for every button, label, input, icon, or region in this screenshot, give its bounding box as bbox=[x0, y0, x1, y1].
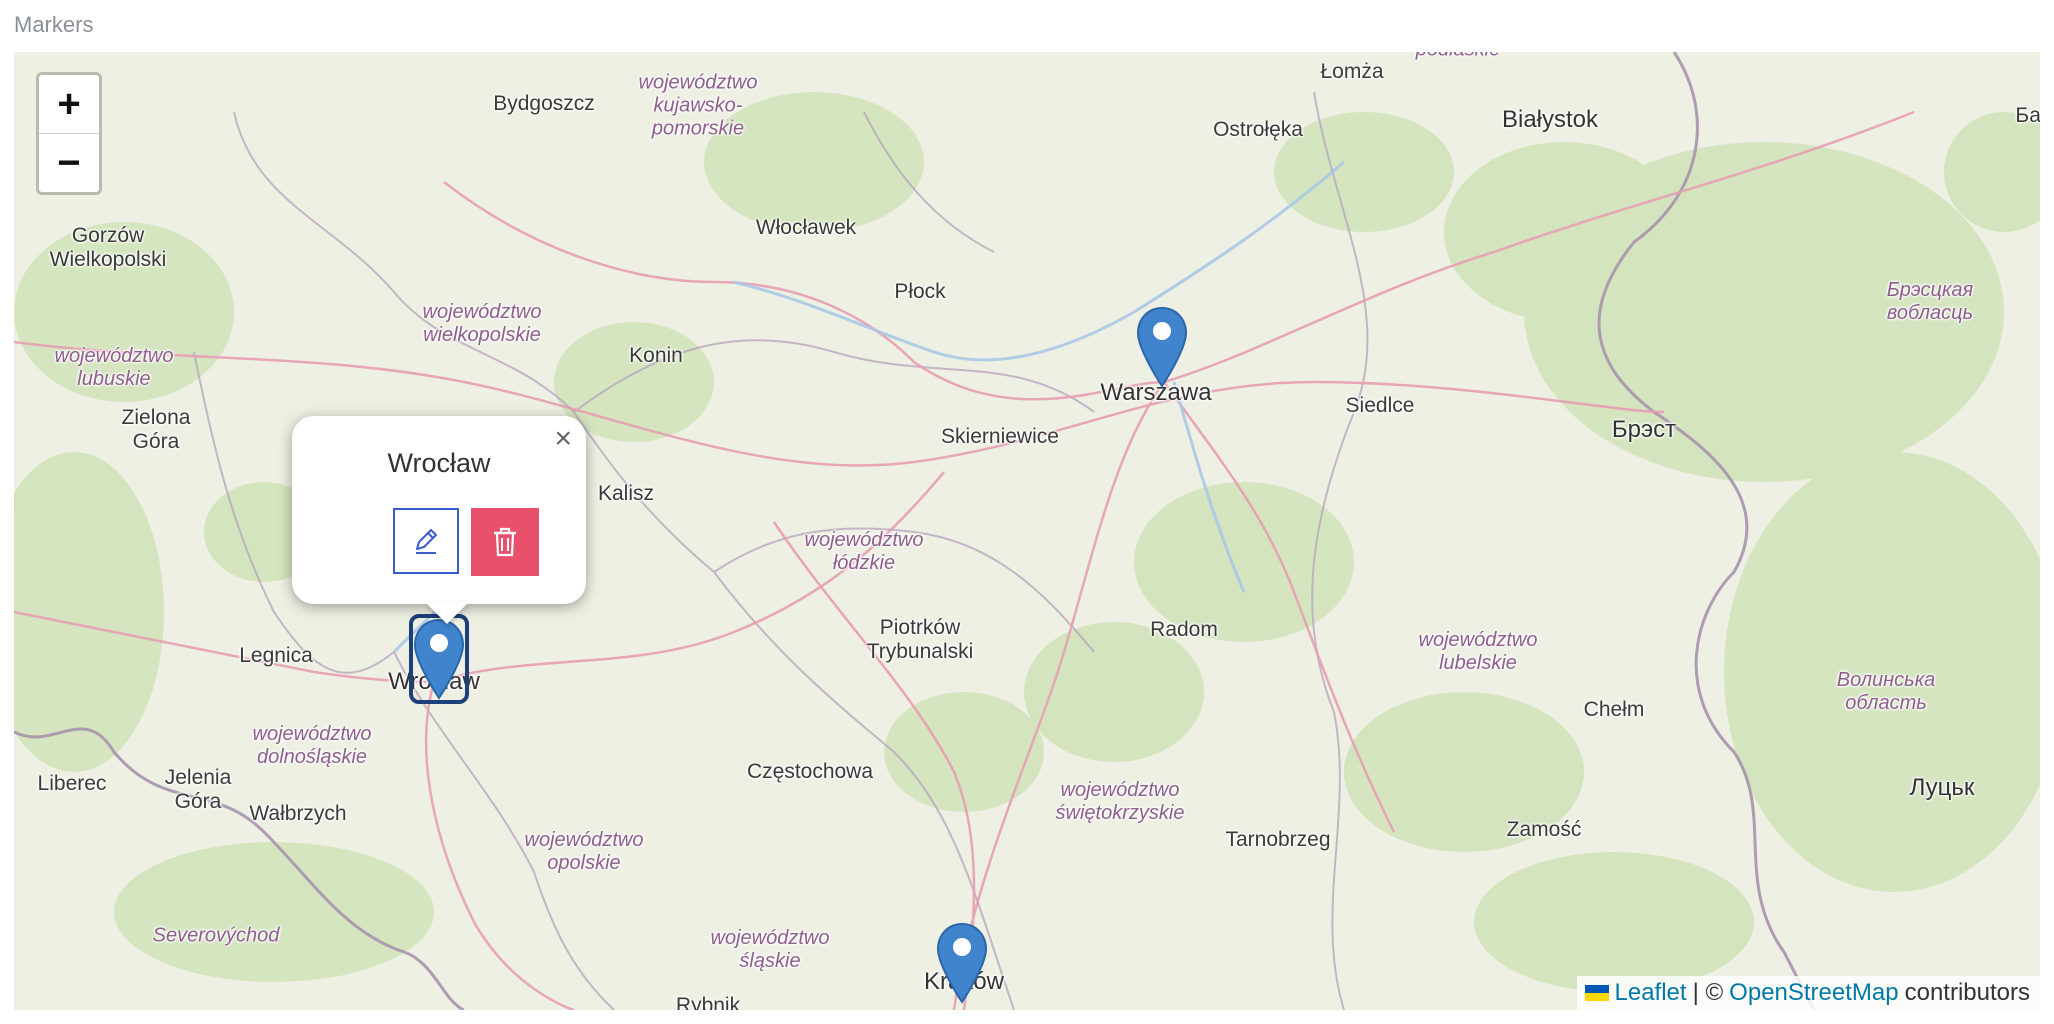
edit-button[interactable] bbox=[393, 508, 459, 574]
place-label-gorzow: Gorzów Wielkopolski bbox=[49, 223, 167, 271]
place-label-jelenia-gora: Jelenia Góra bbox=[164, 765, 232, 813]
place-label-ostroleka: Ostrołęka bbox=[1213, 117, 1303, 141]
region-label-lodzkie: województwo łódzkie bbox=[804, 529, 924, 574]
region-label-opolskie: województwo opolskie bbox=[524, 829, 644, 874]
place-label-bydgoszcz: Bydgoszcz bbox=[493, 91, 595, 115]
region-label-severovychod: Severovýchod bbox=[152, 924, 280, 947]
place-label-rybnik: Rybnik bbox=[675, 993, 741, 1010]
trash-icon bbox=[494, 527, 516, 557]
map-marker-warszawa[interactable] bbox=[1136, 306, 1188, 388]
region-label-podlaskie: podlaskie bbox=[1416, 52, 1501, 62]
place-label-konin: Konin bbox=[629, 343, 683, 367]
place-label-zamosc: Zamość bbox=[1506, 817, 1582, 841]
region-label-slaskie: województwo śląskie bbox=[710, 927, 830, 972]
place-label-wloclawek: Włocławek bbox=[755, 215, 857, 239]
place-label-bialystok: Białystok bbox=[1501, 106, 1599, 134]
region-label-lubelskie: województwo lubelskie bbox=[1418, 629, 1538, 674]
openstreetmap-link[interactable]: OpenStreetMap bbox=[1729, 979, 1898, 1007]
region-label-wielkopolskie: województwo wielkopolskie bbox=[422, 301, 542, 346]
attribution-separator: | © bbox=[1692, 979, 1724, 1006]
section-title: Markers bbox=[14, 12, 94, 37]
marker-pin-icon bbox=[1136, 306, 1188, 388]
place-label-zielona-gora: Zielona Góra bbox=[121, 405, 191, 453]
zoom-in-button[interactable]: + bbox=[39, 75, 99, 133]
region-label-lubuskie: województwo lubuskie bbox=[54, 345, 174, 390]
region-label-swietokrzyskie: województwo świętokrzyskie bbox=[1055, 779, 1185, 824]
delete-button[interactable] bbox=[471, 508, 539, 576]
marker-pin-icon bbox=[936, 922, 988, 1004]
place-label-tarnobrzeg: Tarnobrzeg bbox=[1225, 827, 1331, 851]
leaflet-link[interactable]: Leaflet bbox=[1615, 979, 1687, 1007]
place-label-siedlce: Siedlce bbox=[1345, 393, 1415, 417]
popup-title: Wrocław bbox=[387, 448, 491, 478]
region-label-kujawsko-pomorskie: województwo kujawsko- pomorskie bbox=[638, 71, 758, 140]
place-label-liberec: Liberec bbox=[37, 771, 107, 795]
ukraine-flag-icon bbox=[1584, 985, 1609, 1001]
attribution-suffix: contributors bbox=[1904, 979, 2030, 1006]
place-label-brest: Брэст bbox=[1611, 416, 1677, 444]
region-label-dolnoslaskie: województwo dolnośląskie bbox=[252, 723, 372, 768]
map-marker-krakow[interactable] bbox=[936, 922, 988, 1004]
place-label-bar: Бар bbox=[2015, 103, 2040, 127]
zoom-out-button[interactable]: − bbox=[39, 133, 99, 192]
marker-popup: × Wrocław bbox=[292, 416, 586, 624]
place-label-lomza: Łomża bbox=[1320, 59, 1384, 83]
marker-pin-icon bbox=[413, 618, 465, 700]
place-label-czestochowa: Częstochowa bbox=[746, 759, 874, 783]
place-label-walbrzych: Wałbrzych bbox=[249, 801, 347, 825]
place-label-skierniewice: Skierniewice bbox=[941, 424, 1059, 448]
place-label-legnica: Legnica bbox=[239, 643, 313, 667]
region-label-volynska: Волинська область bbox=[1836, 669, 1936, 714]
place-label-plock: Płock bbox=[894, 279, 946, 303]
place-label-lutsk: Луцьк bbox=[1909, 774, 1975, 802]
map[interactable]: Bydgoszcz Włocławek Łomża Ostrołęka Biał… bbox=[14, 52, 2040, 1010]
map-marker-wroclaw[interactable] bbox=[409, 614, 469, 704]
place-label-radom: Radom bbox=[1150, 617, 1218, 641]
popup-tip bbox=[425, 602, 469, 624]
place-label-kalisz: Kalisz bbox=[597, 481, 655, 505]
map-attribution: Leaflet | © OpenStreetMap contributors bbox=[1576, 976, 2040, 1010]
region-label-brestskaya: Брэсцкая вобласць bbox=[1886, 279, 1974, 324]
place-label-piotrkow: Piotrków Trybunalski bbox=[866, 615, 974, 663]
place-label-chelm: Chełm bbox=[1583, 697, 1645, 721]
zoom-control: + − bbox=[36, 72, 102, 195]
pencil-icon bbox=[416, 529, 437, 554]
